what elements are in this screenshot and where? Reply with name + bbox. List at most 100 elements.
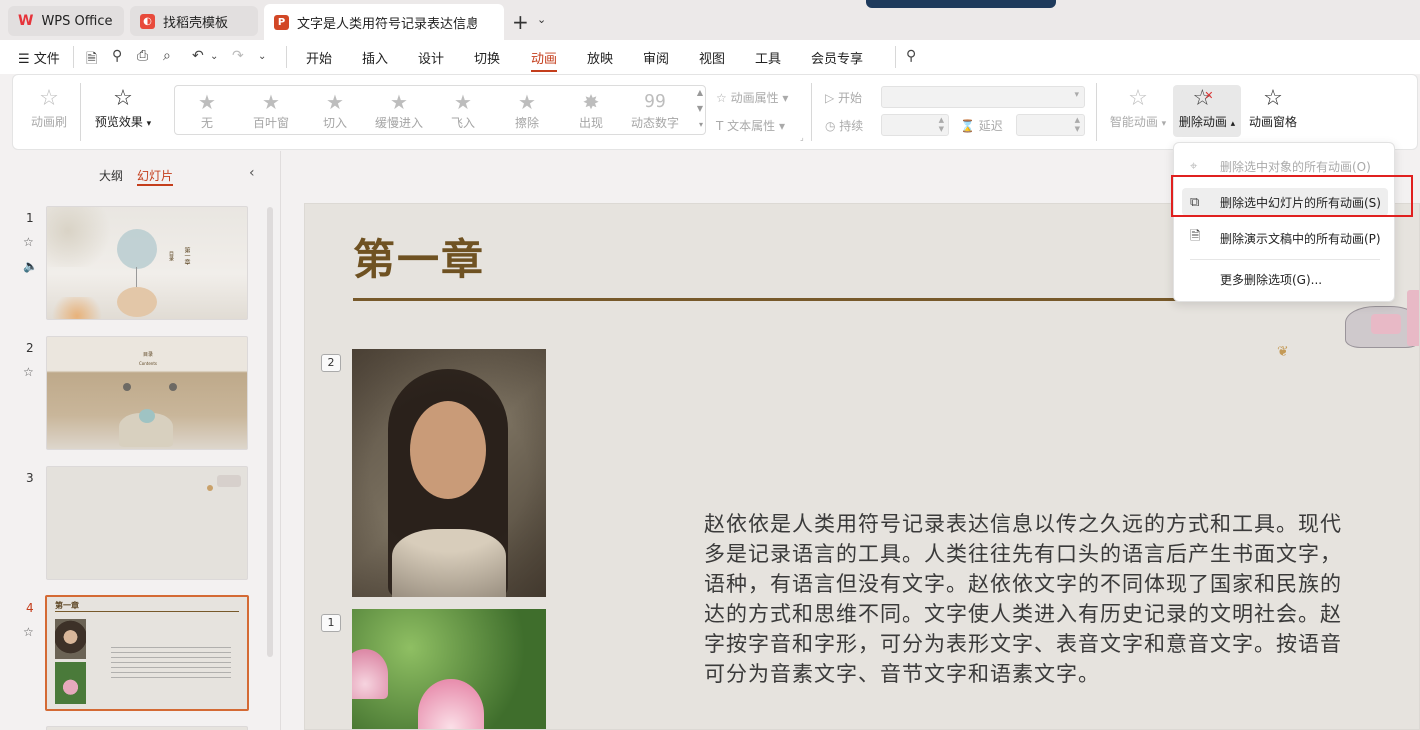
undo-dropdown-chevron-icon[interactable]: ⌄ [210, 51, 218, 62]
save-icon[interactable]: 🗎 [86, 48, 97, 72]
balloon-illustration [117, 229, 157, 269]
animation-pane-icon: ☆ [1263, 86, 1283, 111]
thumb-body-text [111, 647, 231, 681]
animation-brush-icon: ☆ [39, 86, 59, 111]
animation-brush-button[interactable]: ☆ 动画刷 [27, 85, 71, 130]
spinner-arrows-icon: ▲ ▼ [1074, 116, 1080, 133]
menu-tab-transition[interactable]: 切换 [474, 48, 500, 67]
slide-thumbnail-1[interactable]: 第一章 目录 [46, 206, 248, 320]
effect-fly-in[interactable]: ★ 飞入 [433, 90, 493, 131]
hourglass-icon: ⌛ [960, 119, 979, 133]
tab-daoke-templates[interactable]: ◐ 找稻壳模板 [130, 6, 258, 36]
effect-none[interactable]: ★ 无 [177, 90, 237, 131]
delete-animation-label: 删除动画 [1178, 115, 1227, 129]
effect-dynamic-number[interactable]: 99 动态数字 [625, 90, 685, 131]
duration-spinner[interactable]: ▲ ▼ [881, 114, 949, 136]
menu-tab-insert[interactable]: 插入 [362, 48, 388, 67]
body-line: 字按字音和字形，可分为表形文字、表音文字和意音文字。按语音 [704, 632, 1342, 656]
menu-tab-view[interactable]: 视图 [699, 48, 725, 67]
slide-thumbnail-3[interactable] [46, 466, 248, 580]
gallery-scroll-down-icon[interactable]: ▼ [697, 104, 703, 113]
print-preview-icon[interactable]: ⌕ [163, 48, 171, 64]
delay-spinner[interactable]: ▲ ▼ [1016, 114, 1085, 136]
tab-wps-office[interactable]: W WPS Office [8, 6, 124, 36]
menu-tab-slideshow[interactable]: 放映 [587, 48, 613, 67]
menu-item-label: 删除选中对象的所有动画(O) [1220, 159, 1371, 174]
text-properties-dropdown[interactable]: T 文本属性 ▾ [716, 117, 785, 134]
menu-item-more-delete-options[interactable]: 更多删除选项(G)... [1182, 265, 1388, 293]
file-menu-label: 文件 [33, 52, 60, 67]
duration-label: 持续 [839, 119, 864, 133]
tab-current-document[interactable]: P 文字是人类用符号记录表达信息以 [264, 4, 504, 40]
effect-wipe[interactable]: ★ 擦除 [497, 90, 557, 131]
print-icon[interactable]: ⎙ [137, 48, 148, 64]
floating-window-edge [866, 0, 1056, 8]
text-properties-icon: T [716, 119, 728, 133]
star-icon: ★ [198, 90, 216, 114]
menu-tab-review[interactable]: 审阅 [643, 48, 669, 67]
menu-separator [1190, 259, 1380, 260]
slide-thumbnail-5-partial[interactable] [46, 726, 248, 730]
smart-animation-button[interactable]: ☆ 智能动画 ▾ [1105, 85, 1171, 130]
panel-tab-slides[interactable]: 幻灯片 [137, 167, 173, 184]
thumb-vertical-title: 第一章 [183, 247, 190, 265]
gallery-scroll-up-icon[interactable]: ▲ [697, 88, 703, 97]
slide-thumbnail-4-selected[interactable]: 第一章 [45, 595, 249, 711]
lotus-photo[interactable] [352, 609, 546, 729]
presentation-file-icon: P [274, 14, 289, 30]
collapse-panel-chevron-icon[interactable]: ‹ [249, 165, 255, 181]
animation-pane-button[interactable]: ☆ 动画窗格 [1245, 85, 1301, 130]
menu-tab-design[interactable]: 设计 [418, 48, 444, 67]
hamburger-icon: ☰ [18, 52, 34, 67]
panel-tab-outline[interactable]: 大纲 [99, 167, 123, 184]
delay-label: 延迟 [978, 119, 1003, 133]
divider [1096, 83, 1097, 141]
start-select[interactable]: ▾ [881, 86, 1085, 108]
new-tab-button[interactable]: + [512, 10, 529, 34]
delete-animation-button[interactable]: ☆✕ 删除动画 ▴ [1173, 85, 1241, 137]
slide-title[interactable]: 第一章 [353, 226, 485, 287]
animation-star-icon: ☆ [23, 625, 34, 639]
gallery-expand-icon[interactable]: ▾ [699, 120, 703, 129]
effect-label: 百叶窗 [252, 116, 289, 130]
animation-properties-dropdown[interactable]: ☆ 动画属性 ▾ [716, 89, 788, 106]
more-quick-actions-chevron-icon[interactable]: ⌄ [258, 51, 266, 62]
portrait-photo[interactable] [352, 349, 546, 597]
delete-animation-menu: ⌖ 删除选中对象的所有动画(O) ⧉ 删除选中幻灯片的所有动画(S) 🗎 删除演… [1173, 142, 1395, 302]
animation-order-tag[interactable]: 1 [321, 614, 341, 632]
daoke-icon: ◐ [140, 13, 155, 29]
chevron-down-icon: ▾ [1074, 90, 1079, 100]
text-properties-label: 文本属性 [727, 119, 776, 133]
effect-slow-enter[interactable]: ★ 缓慢进入 [369, 90, 429, 131]
menu-tab-start[interactable]: 开始 [306, 48, 332, 67]
menu-tab-tools[interactable]: 工具 [755, 48, 781, 67]
slide-thumbnail-2[interactable]: 目录 Contents [46, 336, 248, 450]
body-line: 语种，有语言但没有文字。赵依依文字的不同体现了国家和民族的 [704, 572, 1342, 596]
panel-scrollbar[interactable] [267, 207, 273, 657]
effect-appear[interactable]: ✸ 出现 [561, 90, 621, 131]
preview-effect-button[interactable]: ☆ 预览效果 ▾ [91, 85, 155, 130]
menu-tab-membership[interactable]: 会员专享 [811, 48, 863, 67]
search-icon[interactable]: ⚲ [906, 48, 916, 64]
menu-item-delete-presentation-animations[interactable]: 🗎 删除演示文稿中的所有动画(P) [1182, 224, 1388, 252]
active-tab-indicator [531, 70, 557, 72]
tab-list-chevron-icon[interactable]: ⌄ [537, 13, 546, 26]
share-icon[interactable]: ⚲ [112, 48, 122, 64]
thumb-title: 第一章 [55, 601, 79, 610]
effect-blinds[interactable]: ★ 百叶窗 [241, 90, 301, 131]
effect-peek-in[interactable]: ★ 切入 [305, 90, 365, 131]
chevron-down-icon: ▾ [146, 119, 152, 129]
dialog-launcher-icon[interactable]: ⌟ [800, 133, 804, 142]
annotation-highlight-box [1171, 175, 1413, 217]
title-tab-bar: W WPS Office ◐ 找稻壳模板 P 文字是人类用符号记录表达信息以 +… [0, 0, 1420, 40]
chevron-up-icon: ▴ [1230, 119, 1236, 129]
thumb-title-rule [55, 611, 239, 612]
body-line: 可分为音素文字、音节文字和语素文字。 [704, 662, 1100, 686]
delay-label-wrap: ⌛ 延迟 [960, 117, 1003, 134]
menu-tab-animation[interactable]: 动画 [531, 48, 557, 67]
redo-icon[interactable]: ↷ [232, 48, 244, 64]
undo-icon[interactable]: ↶ [192, 48, 204, 64]
slide-body-text[interactable]: 赵依依是人类用符号记录表达信息以传之久远的方式和工具。现代 多是记录语言的工具。… [704, 509, 1419, 689]
animation-order-tag[interactable]: 2 [321, 354, 341, 372]
file-menu[interactable]: ☰ 文件 [18, 48, 60, 67]
